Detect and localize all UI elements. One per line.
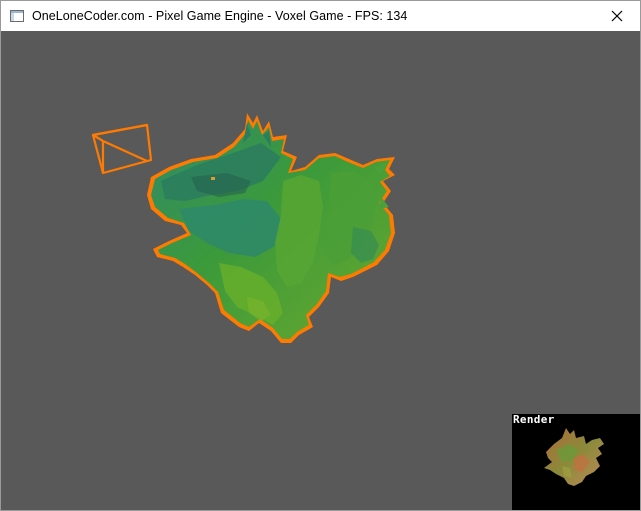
render-preview-panel: Render (512, 414, 640, 510)
close-button[interactable] (594, 1, 640, 31)
application-window: OneLoneCoder.com - Pixel Game Engine - V… (0, 0, 641, 511)
window-title: OneLoneCoder.com - Pixel Game Engine - V… (32, 9, 408, 23)
close-icon (611, 10, 623, 22)
render-label: Render (513, 413, 555, 426)
app-window-icon (9, 8, 25, 24)
render-thumbnail (544, 428, 604, 486)
title-bar[interactable]: OneLoneCoder.com - Pixel Game Engine - V… (1, 1, 640, 31)
voxel-dragon-model[interactable] (147, 113, 395, 343)
camera-frustum-icon[interactable] (91, 123, 153, 175)
game-viewport[interactable]: Render (1, 31, 640, 510)
